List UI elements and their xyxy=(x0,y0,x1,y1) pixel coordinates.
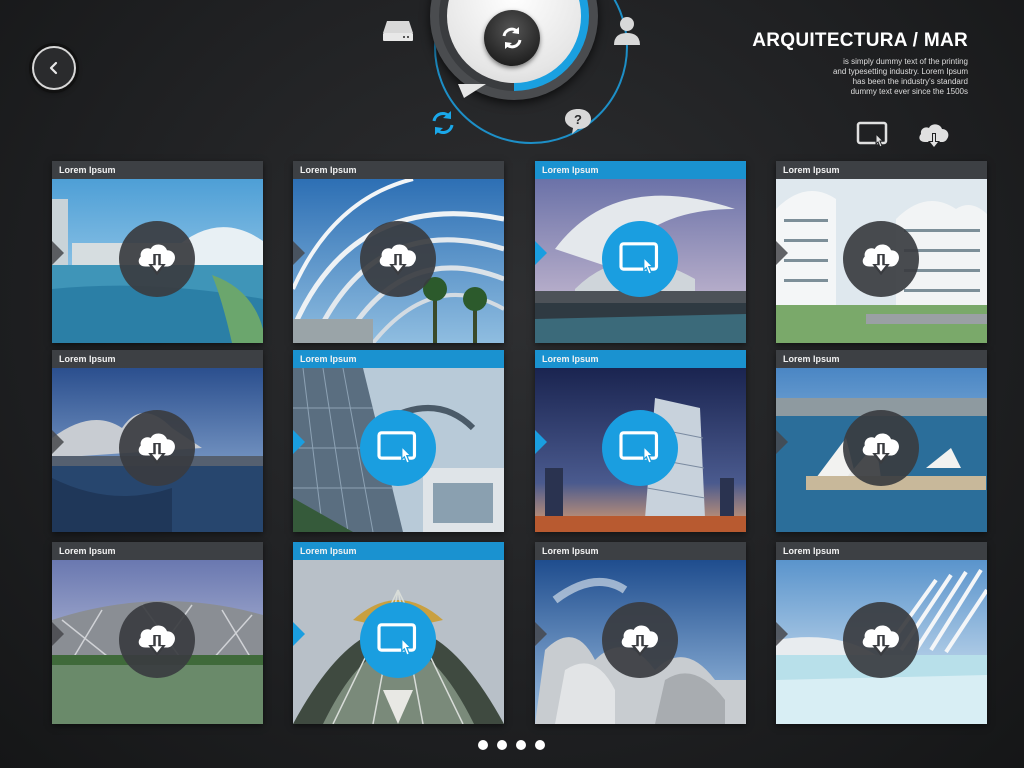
cloud-download-icon xyxy=(862,625,899,657)
global-actions xyxy=(856,120,952,157)
cloud-download-icon xyxy=(862,244,899,276)
tile-title: Lorem Ipsum xyxy=(52,542,263,560)
tile-title: Lorem Ipsum xyxy=(52,161,263,179)
gallery-tile[interactable]: Lorem Ipsum xyxy=(293,350,504,532)
user-icon xyxy=(614,17,640,45)
svg-text:?: ? xyxy=(574,112,582,127)
touch-screen-icon xyxy=(619,242,659,276)
tile-title: Lorem Ipsum xyxy=(293,161,504,179)
profile-option[interactable] xyxy=(612,14,642,46)
refresh-icon xyxy=(502,27,522,49)
tile-title: Lorem Ipsum xyxy=(776,161,987,179)
tile-title: Lorem Ipsum xyxy=(535,161,746,179)
header-info: ARQUITECTURA / MAR is simply dummy text … xyxy=(752,30,968,97)
page-description: is simply dummy text of the printing and… xyxy=(832,57,968,96)
sync-icon xyxy=(432,111,454,135)
tile-title: Lorem Ipsum xyxy=(293,542,504,560)
gallery-tile[interactable]: Lorem Ipsum xyxy=(52,161,263,343)
cloud-download-icon xyxy=(862,433,899,465)
download-button[interactable] xyxy=(602,602,678,678)
tile-title: Lorem Ipsum xyxy=(535,350,746,368)
open-button[interactable] xyxy=(602,221,678,297)
download-all-button[interactable] xyxy=(916,120,952,157)
gallery-tile[interactable]: Lorem Ipsum xyxy=(52,350,263,532)
tile-title: Lorem Ipsum xyxy=(776,350,987,368)
page-dot[interactable] xyxy=(497,740,507,750)
open-button[interactable] xyxy=(360,410,436,486)
tile-arrow xyxy=(52,622,64,646)
gallery-tile[interactable]: Lorem Ipsum xyxy=(535,161,746,343)
open-button[interactable] xyxy=(602,410,678,486)
tile-arrow xyxy=(52,241,64,265)
cloud-download-icon xyxy=(138,433,175,465)
back-button[interactable] xyxy=(32,46,76,90)
tile-title: Lorem Ipsum xyxy=(52,350,263,368)
gallery-tile[interactable]: Lorem Ipsum xyxy=(776,350,987,532)
page-dot[interactable] xyxy=(478,740,488,750)
tile-arrow xyxy=(776,241,788,265)
touch-screen-icon xyxy=(377,431,417,465)
help-icon: ? xyxy=(565,109,591,134)
tile-arrow xyxy=(293,622,305,646)
dial-pointer xyxy=(458,84,486,98)
download-button[interactable] xyxy=(843,410,919,486)
view-all-button[interactable] xyxy=(856,120,890,157)
gallery-tile[interactable]: Lorem Ipsum xyxy=(293,542,504,724)
back-arrow-icon xyxy=(49,61,58,75)
gallery-tile[interactable]: Lorem Ipsum xyxy=(293,161,504,343)
sync-option[interactable] xyxy=(426,106,460,140)
cloud-download-icon xyxy=(919,124,949,149)
download-button[interactable] xyxy=(119,410,195,486)
gallery-tile[interactable]: Lorem Ipsum xyxy=(776,542,987,724)
download-button[interactable] xyxy=(119,602,195,678)
gallery-tile[interactable]: Lorem Ipsum xyxy=(535,542,746,724)
touch-screen-icon xyxy=(619,431,659,465)
refresh-button[interactable] xyxy=(484,10,540,66)
tile-arrow xyxy=(535,430,547,454)
page-title: ARQUITECTURA / MAR xyxy=(752,30,968,51)
download-button[interactable] xyxy=(360,221,436,297)
help-option[interactable]: ? xyxy=(562,106,594,136)
page-dot[interactable] xyxy=(535,740,545,750)
tile-arrow xyxy=(293,430,305,454)
cloud-download-icon xyxy=(621,625,658,657)
tile-arrow xyxy=(535,241,547,265)
tile-arrow xyxy=(293,241,305,265)
download-button[interactable] xyxy=(843,221,919,297)
tile-arrow xyxy=(535,622,547,646)
storage-option[interactable] xyxy=(380,18,416,44)
touch-screen-icon xyxy=(377,623,417,657)
cloud-download-icon xyxy=(138,625,175,657)
page-dot[interactable] xyxy=(516,740,526,750)
cloud-download-icon xyxy=(379,244,416,276)
gallery-tile[interactable]: Lorem Ipsum xyxy=(52,542,263,724)
touch-screen-icon xyxy=(856,121,888,148)
hard-drive-icon xyxy=(383,21,413,41)
pagination xyxy=(478,740,545,750)
tile-title: Lorem Ipsum xyxy=(535,542,746,560)
tile-title: Lorem Ipsum xyxy=(776,542,987,560)
gallery-tile[interactable]: Lorem Ipsum xyxy=(776,161,987,343)
tile-arrow xyxy=(776,622,788,646)
tile-title: Lorem Ipsum xyxy=(293,350,504,368)
cloud-download-icon xyxy=(138,244,175,276)
gallery-tile[interactable]: Lorem Ipsum xyxy=(535,350,746,532)
download-button[interactable] xyxy=(119,221,195,297)
tile-arrow xyxy=(52,430,64,454)
download-button[interactable] xyxy=(843,602,919,678)
tile-arrow xyxy=(776,430,788,454)
open-button[interactable] xyxy=(360,602,436,678)
